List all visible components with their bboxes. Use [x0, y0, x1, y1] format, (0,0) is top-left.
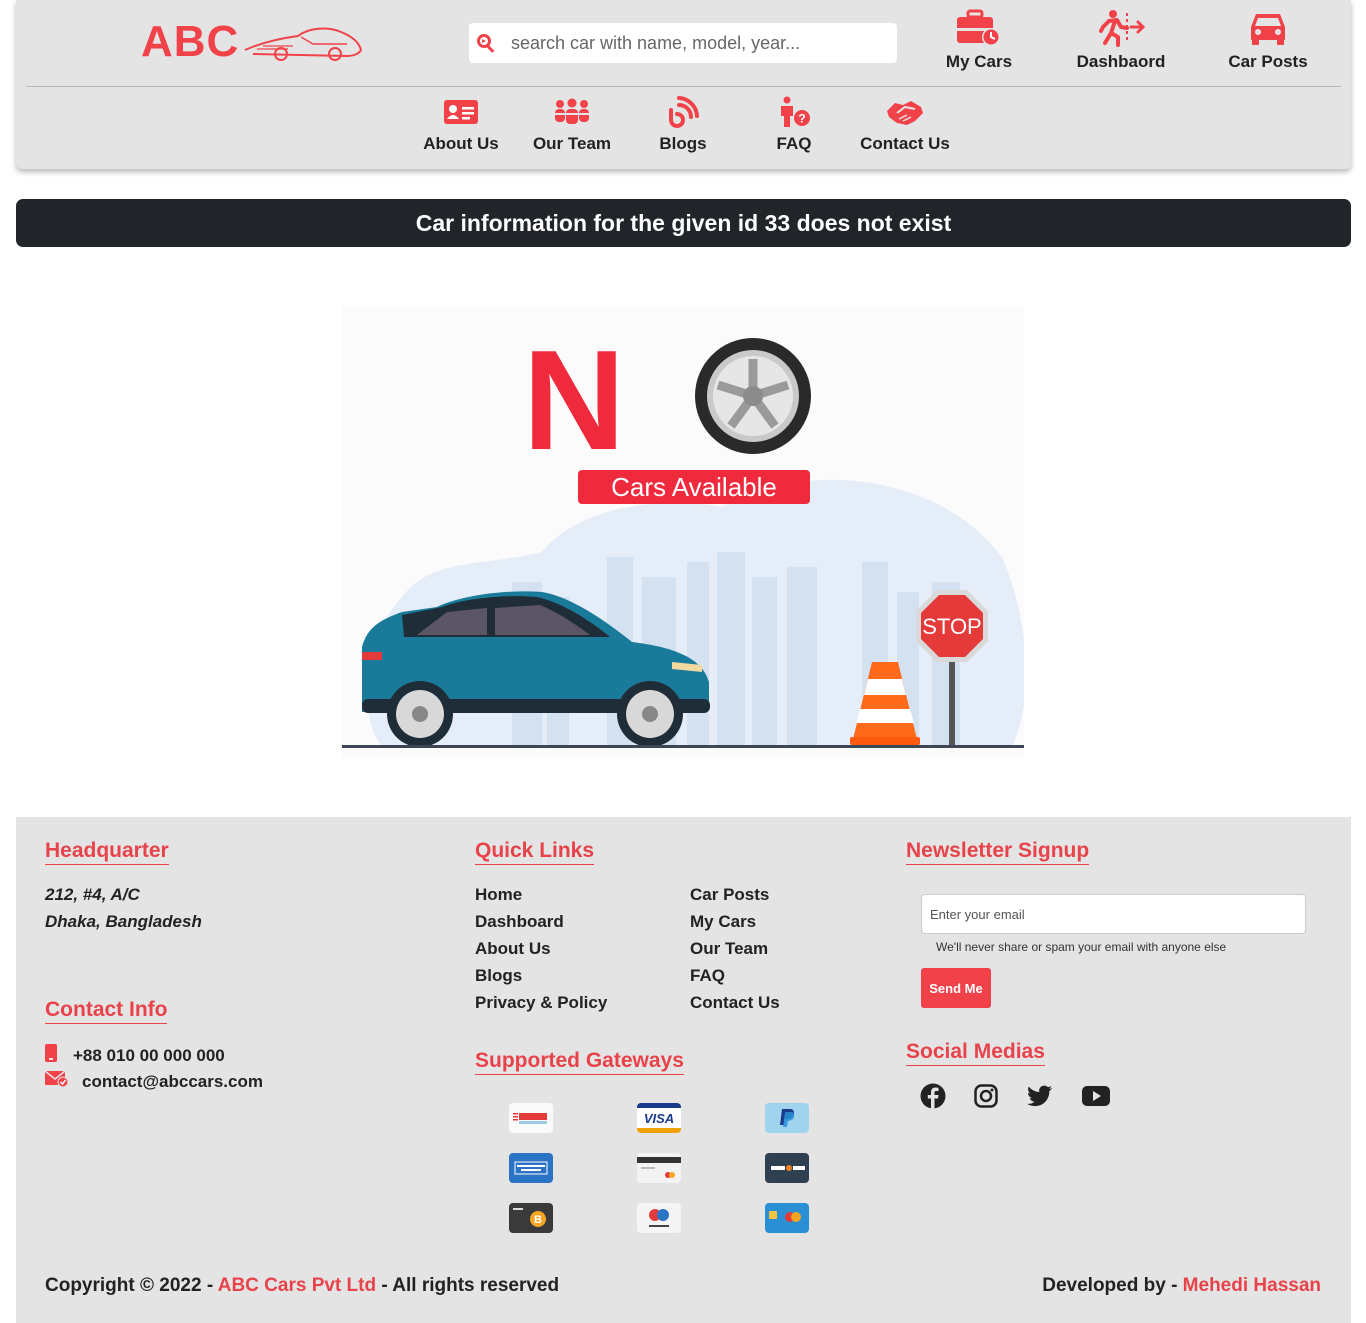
discover-icon: [765, 1153, 809, 1183]
id-card-icon: [443, 92, 479, 132]
footer-link-blogs[interactable]: Blogs: [475, 962, 522, 989]
footer-link-home[interactable]: Home: [475, 881, 522, 908]
developer-credit: Developed by - Mehedi Hassan: [1042, 1275, 1321, 1297]
site-footer: Headquarter 212, #4, A/C Dhaka, Banglade…: [16, 817, 1351, 1323]
search-icon[interactable]: [469, 23, 503, 63]
big-n-letter: N: [523, 321, 626, 480]
nav-my-cars[interactable]: My Cars: [919, 8, 1039, 72]
mastercard-icon: [765, 1203, 809, 1233]
social-medias-heading: Social Medias: [906, 1040, 1045, 1066]
send-me-button[interactable]: Send Me: [921, 968, 991, 1008]
paypal-icon: [765, 1103, 809, 1133]
nav-our-team[interactable]: Our Team: [517, 92, 627, 154]
cars-available-banner: Cars Available: [611, 472, 777, 502]
logo-text: ABC: [141, 17, 240, 66]
address-line-2: Dhaka, Bangladesh: [45, 912, 202, 931]
twitter-icon[interactable]: [1025, 1081, 1055, 1111]
email-row[interactable]: contact@abccars.com: [44, 1070, 263, 1092]
search-bar: [469, 23, 897, 63]
nav-dashboard[interactable]: Dashbaord: [1061, 8, 1181, 72]
american-express-icon: [509, 1153, 553, 1183]
no-cars-artwork: N Cars Available STOP: [342, 321, 1024, 748]
logo[interactable]: ABC: [141, 16, 363, 68]
bitcoin-icon: B: [509, 1203, 553, 1233]
maestro-icon: [637, 1203, 681, 1233]
company-link[interactable]: ABC Cars Pvt Ltd: [218, 1275, 376, 1296]
footer-link-my-cars[interactable]: My Cars: [690, 908, 756, 935]
phone-row[interactable]: +88 010 00 000 000: [45, 1044, 225, 1067]
svg-text:VISA: VISA: [644, 1111, 674, 1126]
error-message: Car information for the given id 33 does…: [415, 209, 952, 236]
nav-label: My Cars: [945, 52, 1013, 71]
youtube-icon[interactable]: [1081, 1081, 1111, 1111]
nav-label: Car Posts: [1228, 52, 1308, 71]
illustration-container: N Cars Available STOP: [16, 307, 1351, 757]
instagram-icon[interactable]: [971, 1081, 1001, 1111]
nav-faq[interactable]: ? FAQ: [739, 92, 849, 154]
footer-link-faq[interactable]: FAQ: [690, 962, 725, 989]
developer-link[interactable]: Mehedi Hassan: [1183, 1275, 1321, 1296]
nav-label: Contact Us: [860, 134, 950, 153]
header-divider: [26, 86, 1341, 87]
svg-text:B: B: [534, 1214, 542, 1226]
mail-check-icon: [44, 1070, 82, 1092]
footer-link-our-team[interactable]: Our Team: [690, 935, 768, 962]
copyright-prefix: Copyright © 2022 -: [45, 1275, 218, 1296]
email-address: contact@abccars.com: [82, 1071, 263, 1091]
email-hint: We'll never share or spam your email wit…: [936, 940, 1227, 954]
copyright: Copyright © 2022 - ABC Cars Pvt Ltd - Al…: [45, 1275, 559, 1297]
site-header: ABC search car with name, model, year...…: [16, 0, 1351, 169]
bank-transfer-icon: [509, 1103, 553, 1133]
nav-contact-us[interactable]: Contact Us: [850, 92, 960, 154]
svg-text:?: ?: [798, 112, 805, 126]
person-question-icon: ?: [776, 92, 812, 132]
contact-info-heading: Contact Info: [45, 998, 168, 1024]
footer-link-car-posts[interactable]: Car Posts: [690, 881, 769, 908]
briefcase-clock-icon: [955, 8, 1003, 48]
nav-label: Blogs: [659, 134, 707, 153]
quick-links-heading: Quick Links: [475, 839, 595, 865]
nav-car-posts[interactable]: Car Posts: [1208, 8, 1328, 72]
footer-link-contact-us[interactable]: Contact Us: [690, 989, 780, 1016]
car-icon: [1248, 8, 1288, 48]
footer-link-dashboard[interactable]: Dashboard: [475, 908, 564, 935]
footer-link-about-us[interactable]: About Us: [475, 935, 551, 962]
nav-label: About Us: [423, 134, 499, 153]
nav-label: Dashbaord: [1076, 52, 1166, 71]
nav-label: FAQ: [776, 134, 812, 153]
credit-card-icon: [637, 1153, 681, 1183]
error-alert: Car information for the given id 33 does…: [16, 199, 1351, 247]
phone-icon: [45, 1044, 73, 1067]
newsletter-heading: Newsletter Signup: [906, 839, 1090, 865]
handshake-icon: [885, 92, 925, 132]
person-exit-icon: [1097, 8, 1145, 48]
logo-car-icon: [244, 27, 363, 61]
search-input[interactable]: [503, 23, 897, 63]
phone-number: +88 010 00 000 000: [73, 1045, 225, 1065]
nav-label: Our Team: [532, 134, 612, 153]
nav-about-us[interactable]: About Us: [406, 92, 516, 154]
credit-prefix: Developed by -: [1042, 1275, 1183, 1296]
newsletter-email-input[interactable]: [921, 894, 1306, 934]
gateways-heading: Supported Gateways: [475, 1049, 684, 1075]
blog-icon: [667, 92, 699, 132]
no-cars-illustration: N Cars Available STOP: [342, 307, 1024, 757]
facebook-icon[interactable]: [918, 1081, 948, 1111]
headquarter-heading: Headquarter: [45, 839, 169, 865]
copyright-suffix: - All rights reserved: [376, 1275, 560, 1296]
nav-blogs[interactable]: Blogs: [628, 92, 738, 154]
team-icon: [552, 92, 592, 132]
visa-icon: VISA: [637, 1103, 681, 1133]
stop-sign-text: STOP: [922, 614, 982, 639]
footer-link-privacy-policy[interactable]: Privacy & Policy: [475, 989, 607, 1016]
address-line-1: 212, #4, A/C: [45, 885, 140, 904]
